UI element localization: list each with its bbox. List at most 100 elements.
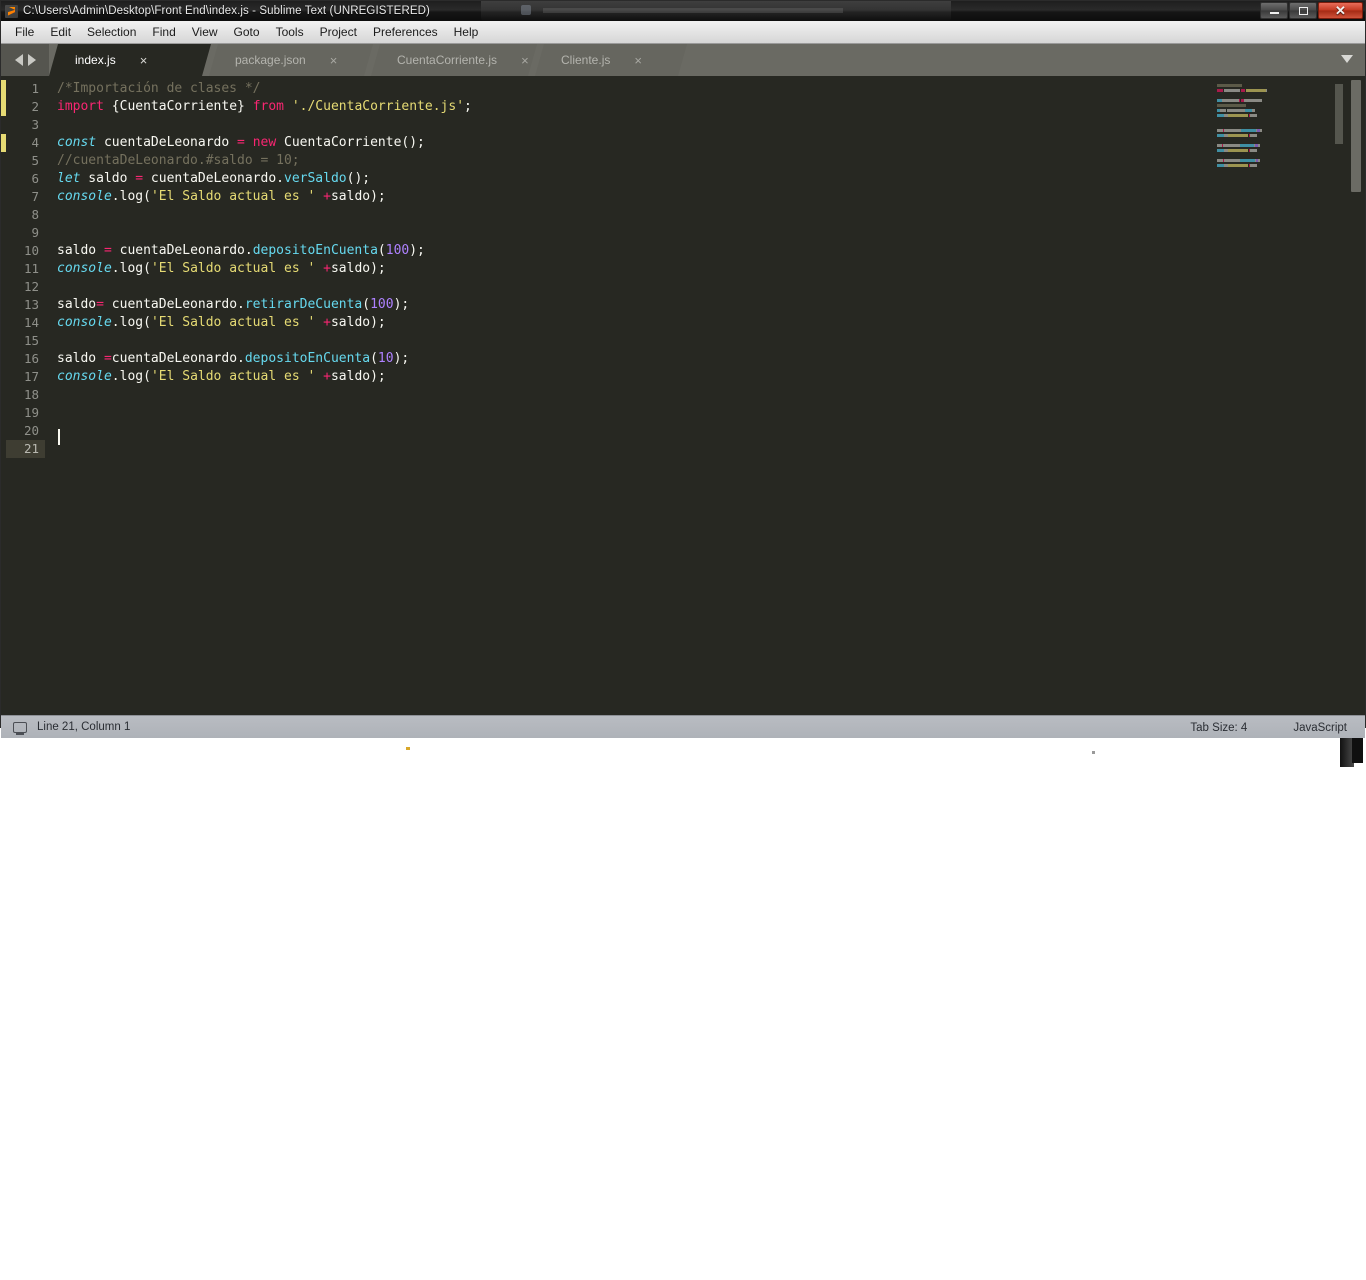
menu-item-goto[interactable]: Goto — [226, 23, 268, 41]
line-number: 5 — [31, 153, 39, 168]
menu-item-preferences[interactable]: Preferences — [365, 23, 446, 41]
minimap-segment — [1221, 99, 1239, 102]
tab-cuentacorriente-js[interactable]: CuentaCorriente.js × — [371, 44, 537, 76]
arrow-right-icon[interactable] — [27, 54, 36, 66]
menu-item-selection[interactable]: Selection — [79, 23, 144, 41]
code-token: = — [237, 135, 245, 150]
code-token: retirarDeCuenta — [244, 297, 363, 312]
code-token: import — [57, 99, 104, 114]
code-token: saldo — [57, 243, 104, 258]
menu-item-file[interactable]: File — [7, 23, 42, 41]
minimap-segment — [1217, 84, 1242, 87]
tab-index-js[interactable]: index.js × — [49, 44, 211, 76]
code-token: cuentaDeLeonardo. — [143, 171, 284, 186]
code-token: ( — [370, 351, 378, 366]
title-bar[interactable]: C:\Users\Admin\Desktop\Front End\index.j… — [1, 1, 1365, 21]
vertical-scrollbar[interactable] — [1351, 80, 1361, 192]
minimap-segment — [1252, 109, 1255, 112]
close-button[interactable]: ✕ — [1318, 2, 1363, 19]
line-number: 2 — [31, 99, 39, 114]
code-token: ( — [362, 297, 371, 312]
tab-close-icon[interactable]: × — [140, 54, 148, 67]
code-content[interactable]: /*Importación de clases */ import {Cuenta… — [57, 80, 472, 458]
minimap-segment — [1217, 104, 1247, 107]
code-token: ; — [464, 99, 472, 114]
minimap-line — [1215, 154, 1343, 158]
minimap-line — [1215, 99, 1343, 103]
line-number: 7 — [31, 189, 39, 204]
code-line: console.log('El Saldo actual es ' +saldo… — [57, 368, 472, 386]
tab-package-json[interactable]: package.json × — [209, 44, 373, 76]
code-token: ); — [393, 351, 410, 366]
tab-close-icon[interactable]: × — [634, 54, 642, 67]
minimap-line — [1215, 179, 1343, 183]
code-token: cuentaDeLeonardo. — [111, 351, 245, 366]
code-token: ); — [409, 243, 425, 258]
menu-item-view[interactable]: View — [184, 23, 226, 41]
code-token: 'El Saldo actual es ' — [150, 315, 316, 330]
minimap-segment — [1217, 149, 1224, 152]
close-icon: ✕ — [1335, 3, 1346, 18]
code-token: + — [323, 315, 331, 330]
menu-item-project[interactable]: Project — [312, 23, 365, 41]
maximize-button[interactable] — [1289, 2, 1317, 19]
tab-close-icon[interactable]: × — [521, 54, 529, 67]
chevron-down-icon[interactable] — [1341, 55, 1353, 63]
menu-item-edit[interactable]: Edit — [42, 23, 79, 41]
code-token: const — [57, 135, 97, 150]
code-token: saldo); — [330, 369, 386, 384]
line-number: 19 — [23, 405, 39, 420]
tab-close-icon[interactable]: × — [330, 54, 338, 67]
minimap-segment — [1239, 159, 1255, 162]
code-token: saldo); — [330, 315, 386, 330]
code-token: console — [57, 189, 112, 204]
code-token: ( — [377, 243, 386, 258]
background-window-ghost — [481, 1, 951, 21]
window-title: C:\Users\Admin\Desktop\Front End\index.j… — [23, 5, 430, 17]
code-editor[interactable]: 1 2 3 4 5 6 7 8 9 10 11 12 13 14 15 16 17 18 19 20 21 /*Impo… — [1, 76, 1365, 715]
minimap-segment — [1245, 89, 1267, 92]
minimap-line — [1215, 94, 1343, 98]
desktop-background: C:\Users\Admin\Desktop\Front End\index.j… — [0, 0, 1366, 1280]
code-line: import {CuentaCorriente} from './CuentaC… — [57, 98, 472, 116]
tab-size-status[interactable]: Tab Size: 4 — [1190, 722, 1247, 734]
minimap-segment — [1228, 134, 1249, 137]
arrow-left-icon[interactable] — [14, 54, 23, 66]
desktop-artifact — [1092, 751, 1095, 754]
minimap-segment — [1240, 89, 1245, 92]
menu-item-tools[interactable]: Tools — [268, 23, 312, 41]
minimap-line — [1215, 134, 1343, 138]
code-token: let — [57, 171, 81, 186]
line-number: 6 — [31, 171, 39, 186]
menu-bar: File Edit Selection Find View Goto Tools… — [1, 21, 1365, 44]
code-line: let saldo = cuentaDeLeonardo.verSaldo(); — [57, 170, 472, 188]
sublime-text-logo-icon — [5, 4, 18, 18]
minimap-segment — [1222, 144, 1240, 147]
minimap-line — [1215, 149, 1343, 153]
minimap-segment — [1223, 89, 1240, 92]
syntax-status[interactable]: JavaScript — [1293, 722, 1347, 734]
code-token: 'El Saldo actual es ' — [150, 261, 316, 276]
minimap[interactable] — [1215, 76, 1343, 715]
code-token: .log( — [111, 189, 151, 204]
menu-item-find[interactable]: Find — [144, 23, 183, 41]
code-token: cuentaDeLeonardo. — [111, 243, 253, 258]
minimap-segment — [1228, 149, 1249, 152]
line-number: 11 — [23, 261, 39, 276]
minimap-segment — [1250, 134, 1257, 137]
code-token: + — [323, 189, 331, 204]
line-number: 17 — [23, 369, 39, 384]
minimap-line — [1215, 164, 1343, 168]
minimap-segment — [1266, 89, 1268, 92]
code-token: = — [135, 171, 144, 186]
menu-item-help[interactable]: Help — [446, 23, 487, 41]
minimize-button[interactable] — [1260, 2, 1288, 19]
tab-cliente-js[interactable]: Cliente.js × — [535, 44, 687, 76]
minimap-segment — [1228, 114, 1249, 117]
